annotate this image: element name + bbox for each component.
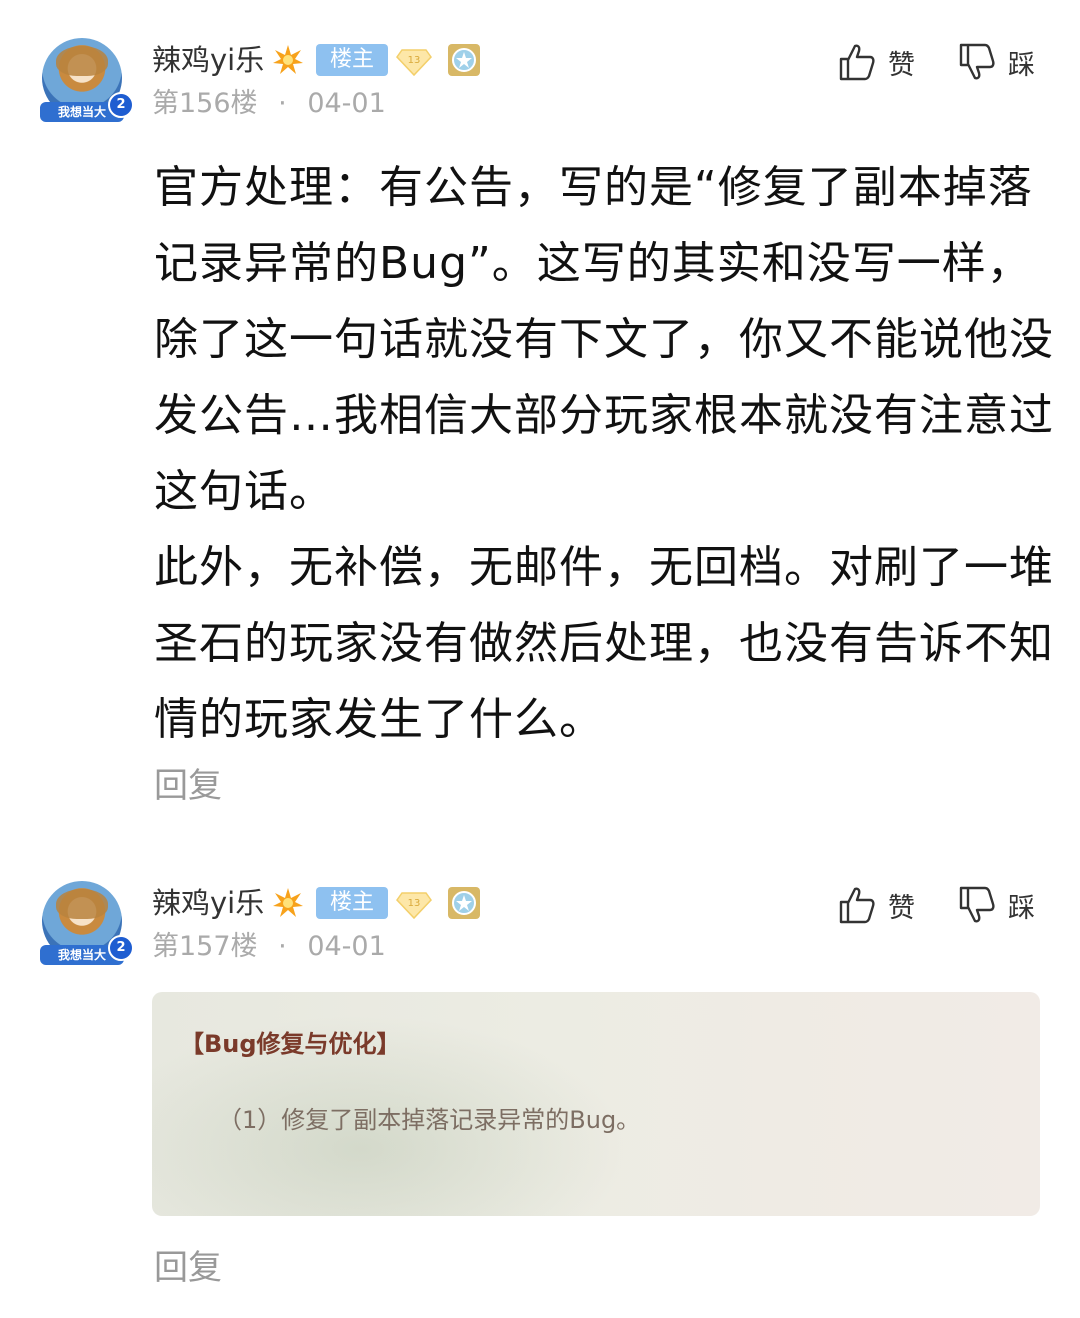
post-meta: 第157楼 · 04-01 bbox=[152, 929, 386, 965]
level-diamond-icon: 13 bbox=[396, 49, 432, 77]
meta-separator: · bbox=[278, 88, 287, 119]
dislike-button[interactable]: 踩 bbox=[958, 40, 1035, 84]
op-badge: 楼主 bbox=[316, 887, 388, 919]
level-number: 13 bbox=[408, 898, 421, 909]
level-number: 13 bbox=[408, 55, 421, 66]
content-paragraph: 官方处理：有公告，写的是“修复了副本掉落记录异常的Bug”。这写的其实和没写一样… bbox=[154, 162, 1054, 517]
avatar-number-badge: 2 bbox=[108, 935, 134, 961]
post-content: 官方处理：有公告，写的是“修复了副本掉落记录异常的Bug”。这写的其实和没写一样… bbox=[154, 150, 1054, 758]
username[interactable]: 辣鸡yi乐 bbox=[152, 883, 264, 923]
reply-button[interactable]: 回复 bbox=[154, 758, 222, 807]
attached-screenshot-image[interactable]: 【Bug修复与优化】 （1）修复了副本掉落记录异常的Bug。 bbox=[152, 992, 1040, 1216]
username[interactable]: 辣鸡yi乐 bbox=[152, 40, 264, 80]
like-button[interactable]: 赞 bbox=[838, 40, 915, 84]
dislike-button[interactable]: 踩 bbox=[958, 883, 1035, 927]
post-meta: 第156楼 · 04-01 bbox=[152, 86, 386, 122]
reply-button[interactable]: 回复 bbox=[154, 1240, 222, 1289]
burst-icon bbox=[273, 888, 303, 917]
image-line: （1）修复了副本掉落记录异常的Bug。 bbox=[218, 1106, 641, 1134]
op-badge: 楼主 bbox=[316, 44, 388, 76]
dislike-label: 踩 bbox=[1008, 49, 1035, 81]
dislike-label: 踩 bbox=[1008, 892, 1035, 924]
like-label: 赞 bbox=[888, 49, 915, 81]
post-date: 04-01 bbox=[307, 88, 386, 119]
user-avatar[interactable]: 我想当大 2 bbox=[38, 38, 134, 128]
like-button[interactable]: 赞 bbox=[838, 883, 915, 927]
floor-number: 第157楼 bbox=[152, 931, 258, 962]
burst-icon bbox=[273, 45, 303, 74]
level-diamond-icon: 13 bbox=[396, 892, 432, 920]
image-heading: 【Bug修复与优化】 bbox=[180, 1030, 401, 1058]
medal-icon bbox=[448, 44, 480, 76]
content-paragraph: 此外，无补偿，无邮件，无回档。对刷了一堆圣石的玩家没有做然后处理，也没有告诉不知… bbox=[154, 542, 1054, 745]
thumbs-down-icon bbox=[959, 886, 995, 923]
user-avatar[interactable]: 我想当大 2 bbox=[38, 881, 134, 971]
like-label: 赞 bbox=[888, 892, 915, 924]
meta-separator: · bbox=[278, 931, 287, 962]
thumbs-up-icon bbox=[839, 44, 875, 81]
floor-number: 第156楼 bbox=[152, 88, 258, 119]
post-date: 04-01 bbox=[307, 931, 386, 962]
avatar-number-badge: 2 bbox=[108, 92, 134, 118]
medal-icon bbox=[448, 887, 480, 919]
thumbs-up-icon bbox=[839, 887, 875, 924]
thumbs-down-icon bbox=[959, 43, 995, 80]
